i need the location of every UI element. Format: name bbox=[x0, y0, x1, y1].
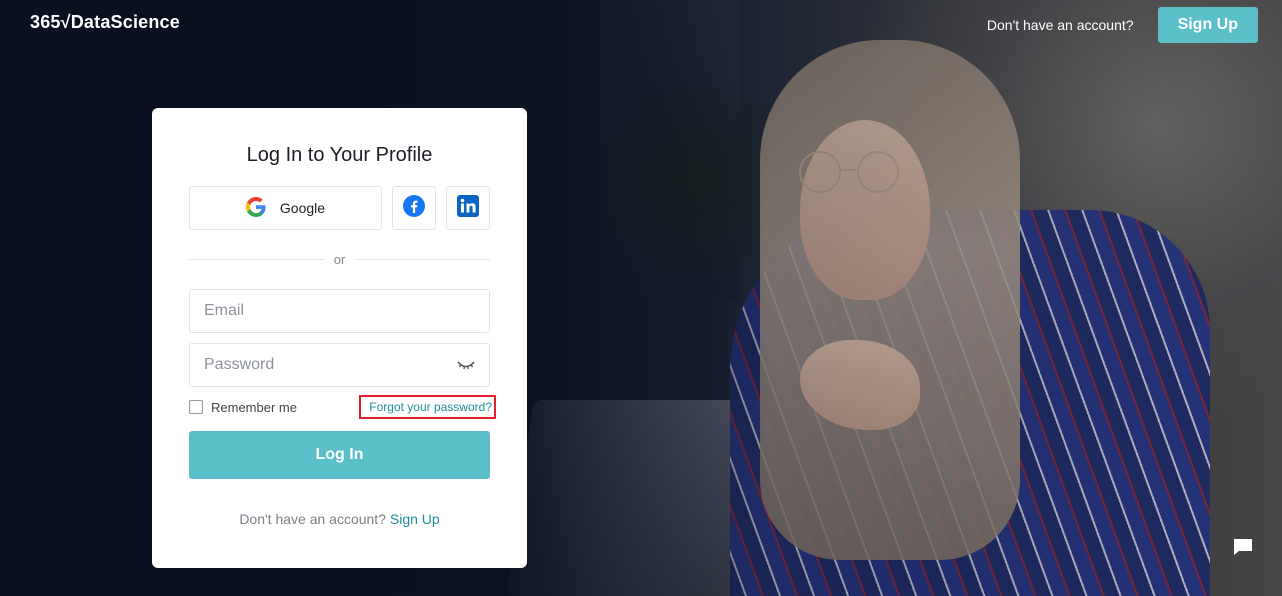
google-icon bbox=[245, 196, 266, 220]
signup-button[interactable]: Sign Up bbox=[1157, 7, 1258, 43]
google-label: Google bbox=[279, 200, 326, 216]
forgot-password-link[interactable]: Forgot your password? bbox=[359, 395, 496, 419]
login-button[interactable]: Log In bbox=[189, 431, 490, 479]
email-input[interactable] bbox=[190, 290, 489, 332]
social-login: Google bbox=[189, 186, 490, 230]
bottom-signup-link[interactable]: Sign Up bbox=[390, 511, 440, 527]
remember-checkbox[interactable] bbox=[189, 400, 203, 414]
login-card: Log In to Your Profile Google or Email R… bbox=[152, 108, 527, 568]
or-divider: or bbox=[189, 252, 490, 267]
chat-button[interactable] bbox=[1228, 534, 1258, 564]
linkedin-icon bbox=[457, 194, 479, 222]
header-actions: Don't have an account? Sign Up bbox=[987, 7, 1258, 43]
password-field bbox=[189, 343, 490, 387]
account-question: Don't have an account? bbox=[986, 17, 1134, 33]
chat-icon bbox=[1233, 538, 1253, 561]
bottom-question: Don't have an account? bbox=[239, 511, 386, 527]
eye-closed-icon[interactable] bbox=[457, 358, 475, 376]
facebook-login-button[interactable] bbox=[392, 186, 436, 230]
page-title: Log In to Your Profile bbox=[246, 144, 433, 166]
email-field bbox=[189, 289, 490, 333]
options-row: Remember me Forgot your password? bbox=[189, 395, 496, 419]
linkedin-login-button[interactable] bbox=[446, 186, 490, 230]
google-login-button[interactable]: Google bbox=[189, 186, 382, 230]
signup-prompt: Don't have an account? Sign Up bbox=[189, 511, 490, 527]
logo[interactable]: 365√DataScience bbox=[30, 12, 180, 33]
remember-me[interactable]: Remember me bbox=[189, 400, 297, 415]
facebook-icon bbox=[403, 194, 425, 222]
remember-label: Remember me bbox=[211, 399, 297, 415]
password-input[interactable] bbox=[190, 344, 489, 386]
or-label: or bbox=[333, 252, 346, 267]
